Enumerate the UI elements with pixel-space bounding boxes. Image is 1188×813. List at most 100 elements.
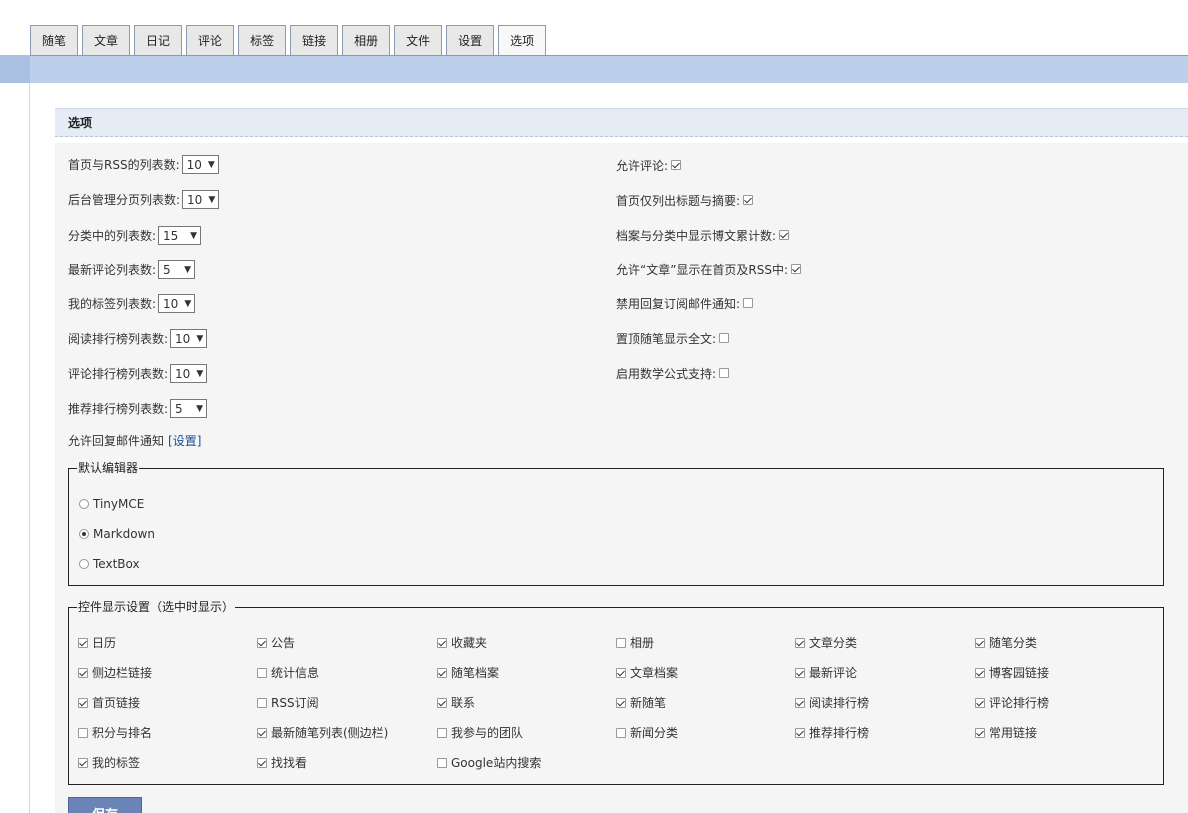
home-title-summary-checkbox[interactable] bbox=[743, 195, 754, 205]
tab-essays[interactable]: 随笔 bbox=[30, 25, 79, 55]
control-read-rank[interactable]: 阅读排行榜 bbox=[795, 694, 869, 711]
markdown-radio[interactable] bbox=[79, 529, 89, 539]
control-essay-category[interactable]: 随笔分类 bbox=[975, 634, 1037, 651]
essay-archive-checkbox[interactable] bbox=[437, 667, 447, 678]
control-sidebar-links[interactable]: 侧边栏链接 bbox=[78, 664, 152, 681]
control-label: 文章分类 bbox=[809, 636, 858, 650]
read-rank-count-select[interactable]: 10 ▼ bbox=[170, 329, 208, 348]
article-category-checkbox[interactable] bbox=[795, 637, 805, 648]
option-label: 禁用回复订阅邮件通知: bbox=[616, 296, 741, 311]
essay-category-checkbox[interactable] bbox=[975, 637, 985, 648]
article-archive-checkbox[interactable] bbox=[616, 667, 626, 678]
notice-checkbox[interactable] bbox=[257, 637, 267, 648]
tab-comments[interactable]: 评论 bbox=[186, 25, 235, 55]
control-news-category[interactable]: 新闻分类 bbox=[616, 724, 678, 741]
disable-reply-mail-checkbox[interactable] bbox=[743, 298, 754, 308]
editor-option-textbox[interactable]: TextBox bbox=[79, 557, 140, 571]
reply-notify-settings-link[interactable]: [设置] bbox=[168, 432, 201, 449]
option-label: 允许回复邮件通知 bbox=[68, 433, 165, 448]
favorites-checkbox[interactable] bbox=[437, 637, 447, 648]
control-score-rank[interactable]: 积分与排名 bbox=[78, 724, 152, 741]
dropdown-arrow-icon: ▼ bbox=[184, 298, 192, 309]
new-essay-checkbox[interactable] bbox=[616, 697, 626, 708]
control-latest-essays-sidebar[interactable]: 最新随笔列表(侧边栏) bbox=[257, 724, 388, 741]
tinymce-radio[interactable] bbox=[79, 499, 89, 509]
control-find[interactable]: 找找看 bbox=[257, 754, 307, 771]
control-label: 统计信息 bbox=[271, 666, 320, 680]
tab-diary[interactable]: 日记 bbox=[134, 25, 183, 55]
control-home-link[interactable]: 首页链接 bbox=[78, 694, 140, 711]
control-statistics[interactable]: 统计信息 bbox=[257, 664, 319, 681]
tab-settings[interactable]: 设置 bbox=[446, 25, 495, 55]
rss-checkbox[interactable] bbox=[257, 697, 267, 708]
left-divider bbox=[29, 83, 30, 813]
control-calendar[interactable]: 日历 bbox=[78, 634, 116, 651]
control-essay-archive[interactable]: 随笔档案 bbox=[437, 664, 499, 681]
home-rss-count-select[interactable]: 10 ▼ bbox=[181, 155, 219, 174]
control-article-category[interactable]: 文章分类 bbox=[795, 634, 857, 651]
control-latest-comments[interactable]: 最新评论 bbox=[795, 664, 857, 681]
statistics-checkbox[interactable] bbox=[257, 667, 267, 678]
tab-albums[interactable]: 相册 bbox=[342, 25, 391, 55]
editor-option-markdown[interactable]: Markdown bbox=[79, 527, 155, 541]
album-checkbox[interactable] bbox=[616, 637, 626, 648]
cnblogs-links-checkbox[interactable] bbox=[975, 667, 985, 678]
option-category-count: 分类中的列表数: 15 ▼ bbox=[68, 226, 202, 245]
control-recommend-rank[interactable]: 推荐排行榜 bbox=[795, 724, 869, 741]
option-archive-count: 档案与分类中显示博文累计数: bbox=[616, 227, 790, 243]
my-teams-checkbox[interactable] bbox=[437, 727, 447, 738]
recommend-rank-checkbox[interactable] bbox=[795, 727, 805, 738]
admin-page-count-select[interactable]: 10 ▼ bbox=[182, 190, 220, 209]
editor-option-tinymce[interactable]: TinyMCE bbox=[79, 497, 144, 511]
control-label: 推荐排行榜 bbox=[809, 726, 870, 740]
tab-links[interactable]: 链接 bbox=[290, 25, 339, 55]
control-notice[interactable]: 公告 bbox=[257, 634, 295, 651]
control-label: 积分与排名 bbox=[92, 726, 153, 740]
option-label: 阅读排行榜列表数: bbox=[68, 332, 169, 346]
control-favorites[interactable]: 收藏夹 bbox=[437, 634, 487, 651]
news-category-checkbox[interactable] bbox=[616, 727, 626, 738]
my-tags-count-select[interactable]: 10 ▼ bbox=[158, 294, 196, 313]
latest-comments-checkbox[interactable] bbox=[795, 667, 805, 678]
textbox-radio[interactable] bbox=[79, 559, 89, 569]
control-new-essay[interactable]: 新随笔 bbox=[616, 694, 666, 711]
latest-comments-count-select[interactable]: 5 ▼ bbox=[158, 260, 196, 279]
control-cnblogs-links[interactable]: 博客园链接 bbox=[975, 664, 1049, 681]
allow-comments-checkbox[interactable] bbox=[671, 160, 682, 170]
tab-tags[interactable]: 标签 bbox=[238, 25, 287, 55]
control-contact[interactable]: 联系 bbox=[437, 694, 475, 711]
control-rss[interactable]: RSS订阅 bbox=[257, 694, 319, 711]
contact-checkbox[interactable] bbox=[437, 697, 447, 708]
tab-options[interactable]: 选项 bbox=[498, 25, 547, 55]
pinned-full-text-checkbox[interactable] bbox=[719, 333, 730, 343]
control-my-tags[interactable]: 我的标签 bbox=[78, 754, 140, 771]
control-album[interactable]: 相册 bbox=[616, 634, 654, 651]
option-math-formula: 启用数学公式支持: bbox=[616, 365, 730, 381]
latest-essays-sidebar-checkbox[interactable] bbox=[257, 727, 267, 738]
my-tags-checkbox[interactable] bbox=[78, 757, 88, 768]
find-checkbox[interactable] bbox=[257, 757, 267, 768]
score-rank-checkbox[interactable] bbox=[78, 727, 88, 738]
control-my-teams[interactable]: 我参与的团队 bbox=[437, 724, 523, 741]
recommend-rank-count-select[interactable]: 5 ▼ bbox=[170, 399, 208, 418]
tab-files[interactable]: 文件 bbox=[394, 25, 443, 55]
save-button[interactable]: 保存 bbox=[68, 797, 142, 813]
articles-on-home-checkbox[interactable] bbox=[791, 264, 802, 274]
archive-count-checkbox[interactable] bbox=[779, 230, 790, 240]
math-formula-checkbox[interactable] bbox=[719, 368, 730, 378]
control-google-search[interactable]: Google站内搜索 bbox=[437, 754, 541, 771]
control-comment-rank[interactable]: 评论排行榜 bbox=[975, 694, 1049, 711]
control-article-archive[interactable]: 文章档案 bbox=[616, 664, 678, 681]
control-common-links[interactable]: 常用链接 bbox=[975, 724, 1037, 741]
calendar-checkbox[interactable] bbox=[78, 637, 88, 648]
common-links-checkbox[interactable] bbox=[975, 727, 985, 738]
tab-articles[interactable]: 文章 bbox=[82, 25, 131, 55]
category-count-select[interactable]: 15 ▼ bbox=[158, 226, 202, 245]
dropdown-arrow-icon: ▼ bbox=[184, 264, 192, 275]
sidebar-links-checkbox[interactable] bbox=[78, 667, 88, 678]
google-search-checkbox[interactable] bbox=[437, 757, 447, 768]
comment-rank-count-select[interactable]: 10 ▼ bbox=[170, 364, 208, 383]
read-rank-checkbox[interactable] bbox=[795, 697, 805, 708]
home-link-checkbox[interactable] bbox=[78, 697, 88, 708]
comment-rank-checkbox[interactable] bbox=[975, 697, 985, 708]
